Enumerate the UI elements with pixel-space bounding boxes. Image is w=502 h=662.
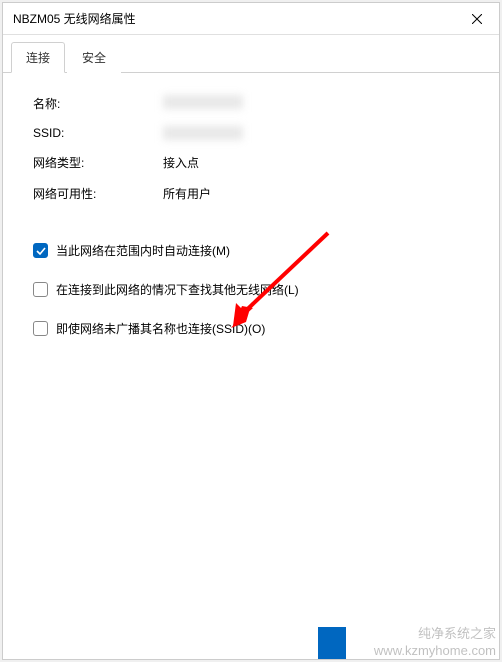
checkbox-label: 当此网络在范围内时自动连接(M) bbox=[56, 242, 230, 259]
name-value: NBZM05 bbox=[163, 95, 469, 112]
window-title: NBZM05 无线网络属性 bbox=[13, 10, 136, 27]
checkbox-icon bbox=[33, 321, 48, 336]
close-button[interactable] bbox=[454, 3, 499, 35]
close-icon bbox=[472, 11, 482, 27]
checkbox-icon bbox=[33, 282, 48, 297]
checkbox-icon bbox=[33, 243, 48, 258]
bottom-accent bbox=[318, 627, 346, 659]
field-name: 名称: NBZM05 bbox=[33, 95, 469, 112]
checkbox-connect-no-broadcast[interactable]: 即使网络未广播其名称也连接(SSID)(O) bbox=[33, 320, 469, 337]
checkbox-look-for-other[interactable]: 在连接到此网络的情况下查找其他无线网络(L) bbox=[33, 281, 469, 298]
tab-content: 名称: NBZM05 SSID: NBZM05 网络类型: 接入点 网络可用性:… bbox=[3, 73, 499, 659]
field-network-type: 网络类型: 接入点 bbox=[33, 154, 469, 171]
tab-connection[interactable]: 连接 bbox=[11, 42, 65, 73]
checkbox-group: 当此网络在范围内时自动连接(M) 在连接到此网络的情况下查找其他无线网络(L) … bbox=[33, 242, 469, 337]
checkbox-auto-connect[interactable]: 当此网络在范围内时自动连接(M) bbox=[33, 242, 469, 259]
checkbox-label: 在连接到此网络的情况下查找其他无线网络(L) bbox=[56, 281, 299, 298]
field-availability: 网络可用性: 所有用户 bbox=[33, 185, 469, 202]
tab-bar: 连接 安全 bbox=[3, 35, 499, 73]
network-type-label: 网络类型: bbox=[33, 154, 163, 171]
field-ssid: SSID: NBZM05 bbox=[33, 126, 469, 140]
name-label: 名称: bbox=[33, 95, 163, 112]
tab-security[interactable]: 安全 bbox=[67, 42, 121, 73]
ssid-label: SSID: bbox=[33, 126, 163, 140]
availability-value: 所有用户 bbox=[163, 185, 469, 202]
titlebar: NBZM05 无线网络属性 bbox=[3, 3, 499, 35]
availability-label: 网络可用性: bbox=[33, 185, 163, 202]
ssid-value: NBZM05 bbox=[163, 126, 469, 140]
checkbox-label: 即使网络未广播其名称也连接(SSID)(O) bbox=[56, 320, 265, 337]
wireless-properties-dialog: NBZM05 无线网络属性 连接 安全 名称: NBZM05 SSID: NBZ… bbox=[2, 2, 500, 660]
network-type-value: 接入点 bbox=[163, 154, 469, 171]
